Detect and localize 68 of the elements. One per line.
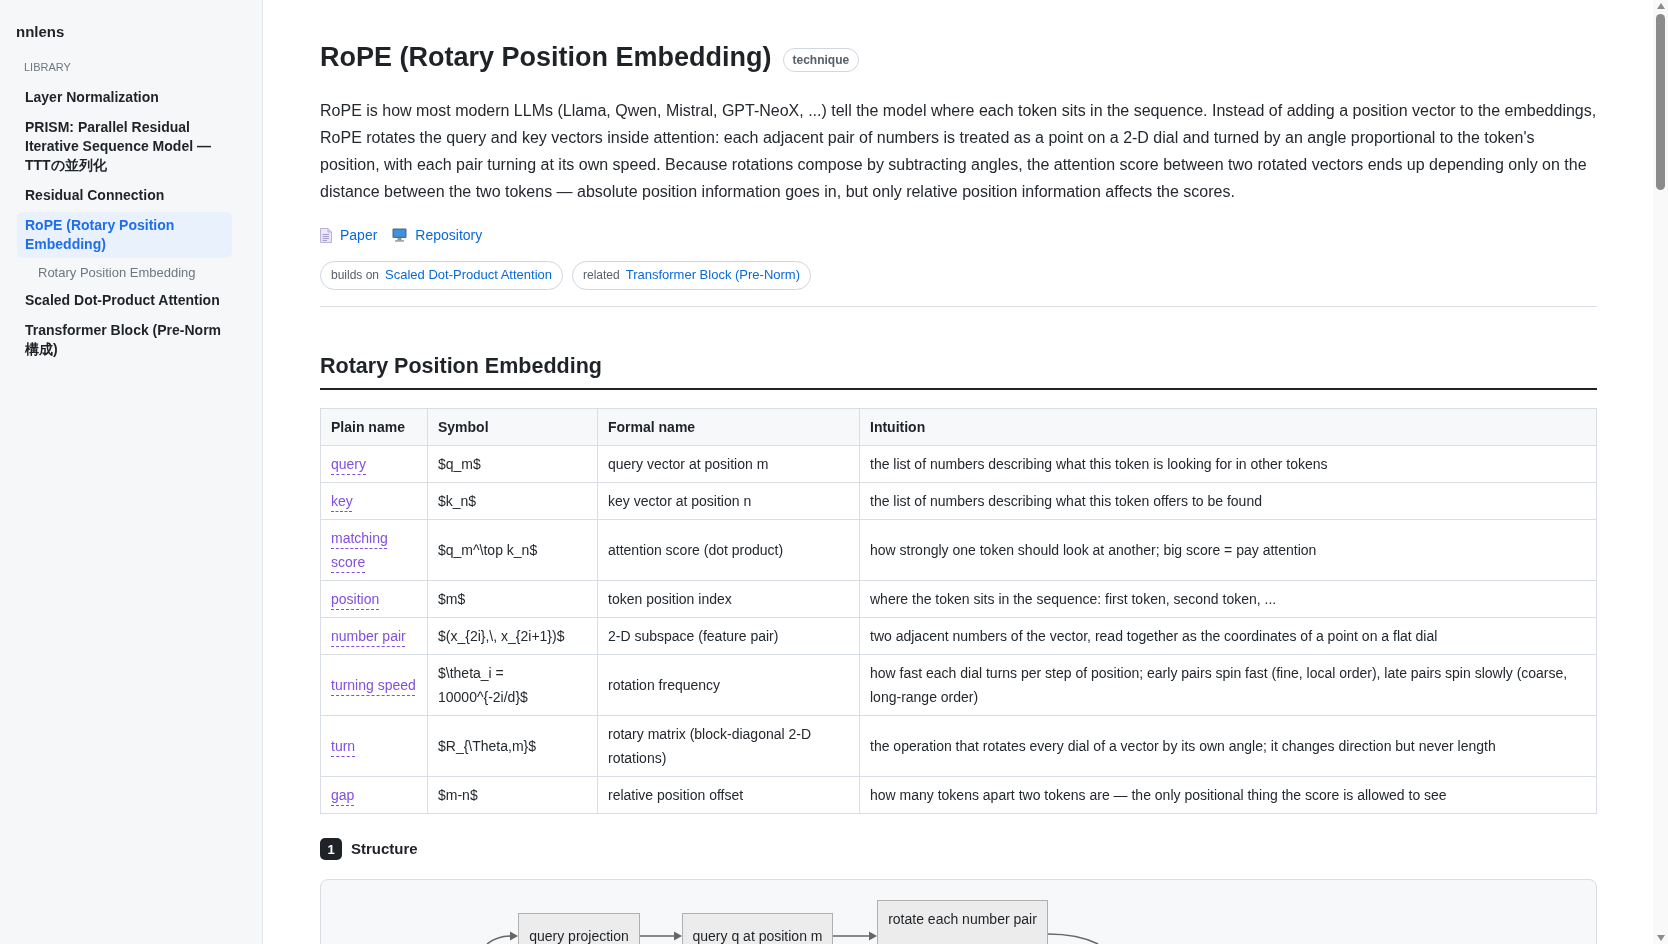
relation-link[interactable]: Transformer Block (Pre-Norm) <box>625 266 800 284</box>
term-link[interactable]: key <box>331 489 353 513</box>
table-cell: key vector at position n <box>597 482 860 520</box>
table-cell: how strongly one token should look at another; big score = pay attention <box>859 519 1597 581</box>
diagram-node: query projection <box>518 913 640 944</box>
caret-down-icon[interactable] <box>1656 935 1665 941</box>
connector-arrow <box>639 931 682 941</box>
table-cell: the list of numbers describing what this token offers to be found <box>859 482 1597 520</box>
connector-arrow <box>486 931 518 944</box>
computer-icon <box>392 228 408 242</box>
table-cell: how fast each dial turns per step of position; early pairs spin fast (fine, local order), late pairs spin slowly (coarse, long-range order) <box>859 654 1597 716</box>
nav-item[interactable]: Scaled Dot-Product Attention <box>17 286 232 314</box>
nav-item[interactable]: Residual Connection <box>17 181 232 209</box>
table-cell: the operation that rotates every dial of a vector by its own angle; it changes direction but never length <box>859 715 1597 777</box>
nav-item[interactable]: PRISM: Parallel Residual Iterative Sequence Model — TTTの並列化 <box>17 113 232 179</box>
table-cell: query vector at position m <box>597 445 860 483</box>
table-cell: relative position offset <box>597 776 860 814</box>
table-cell: $q_m$ <box>427 445 598 483</box>
page-title: RoPE (Rotary Position Embedding) <box>320 41 772 74</box>
description: RoPE is how most modern LLMs (Llama, Qwen, Mistral, GPT-NeoX, ...) tell the model where each token sits in the sequence. Instead of adding a position vector to the embeddings, RoPE rotates the query and key vectors inside attention: each adjacent pair of numbers is treated as a point on a 2-D dial and turned by an angle proportional to the token's position, with each pair turning at its own speed. Because rotations compose by subtracting angles, the attention score between two rotated vectors ends up depending only on the distance between the two tokens — absolute position information goes in, but only relative position information affects the scores. <box>320 100 1597 202</box>
table-cell: rotary matrix (block-diagonal 2-D rotations) <box>597 715 860 777</box>
nav-item[interactable]: RoPE (Rotary Position Embedding) <box>17 211 232 258</box>
relation-link[interactable]: Scaled Dot-Product Attention <box>385 266 552 284</box>
relation-label: builds on <box>331 267 380 283</box>
section-heading: Rotary Position Embedding <box>320 351 1597 390</box>
subsection-heading: Structure <box>351 839 418 859</box>
term-link[interactable]: matching score <box>331 526 417 574</box>
term-link[interactable]: number pair <box>331 624 406 648</box>
table-cell: $R_{\Theta,m}$ <box>427 715 598 777</box>
table-cell: 2-D subspace (feature pair) <box>597 617 860 655</box>
table-cell: $m-n$ <box>427 776 598 814</box>
resource-link[interactable]: Paper <box>320 225 378 245</box>
scrollbar-thumb[interactable] <box>1656 14 1665 190</box>
table-cell: two adjacent numbers of the vector, read together as the coordinates of a point on a flat dial <box>859 617 1597 655</box>
term-link[interactable]: turn <box>331 734 356 758</box>
table-cell: attention score (dot product) <box>597 519 860 581</box>
nav-item[interactable]: Layer Normalization <box>17 83 232 111</box>
column-header: Symbol <box>427 408 598 446</box>
table-cell: the list of numbers describing what this token is looking for in other tokens <box>859 445 1597 483</box>
term-link[interactable]: turning speed <box>331 673 416 697</box>
caret-up-icon[interactable] <box>1656 3 1665 9</box>
nav-subitem[interactable]: Rotary Position Embedding <box>17 260 232 284</box>
step-number-badge: 1 <box>320 838 342 860</box>
diagram-node: query q at position m <box>682 913 833 944</box>
table-cell: how many tokens apart two tokens are — the only positional thing the score is allowed to see <box>859 776 1597 814</box>
document-icon <box>320 227 332 243</box>
term-link[interactable]: position <box>331 587 380 611</box>
table-cell: $(x_{2i},\, x_{2i+1})$ <box>427 617 598 655</box>
relation-label: related <box>583 267 620 283</box>
diagram-node: rotate each number pair <box>877 900 1048 944</box>
table-cell: rotation frequency <box>597 654 860 716</box>
nav-item[interactable]: Transformer Block (Pre-Norm 構成) <box>17 316 232 363</box>
section-label: LIBRARY <box>24 60 72 75</box>
table-cell: where the token sits in the sequence: first token, second token, ... <box>859 580 1597 618</box>
table-cell: $m$ <box>427 580 598 618</box>
table-cell: $q_m^\top k_n$ <box>427 519 598 581</box>
column-header: Plain name <box>320 408 428 446</box>
column-header: Intuition <box>859 408 1597 446</box>
column-header: Formal name <box>597 408 860 446</box>
table-cell: token position index <box>597 580 860 618</box>
table-cell: $\theta_i = 10000^{-2i/d}$ <box>427 654 598 716</box>
term-link[interactable]: gap <box>331 783 355 807</box>
connector-line <box>1047 933 1099 944</box>
connector-arrow <box>832 931 877 941</box>
term-link[interactable]: query <box>331 452 367 476</box>
app-name: nnlens <box>16 22 66 42</box>
table-cell: $k_n$ <box>427 482 598 520</box>
resource-link[interactable]: Repository <box>392 225 483 245</box>
